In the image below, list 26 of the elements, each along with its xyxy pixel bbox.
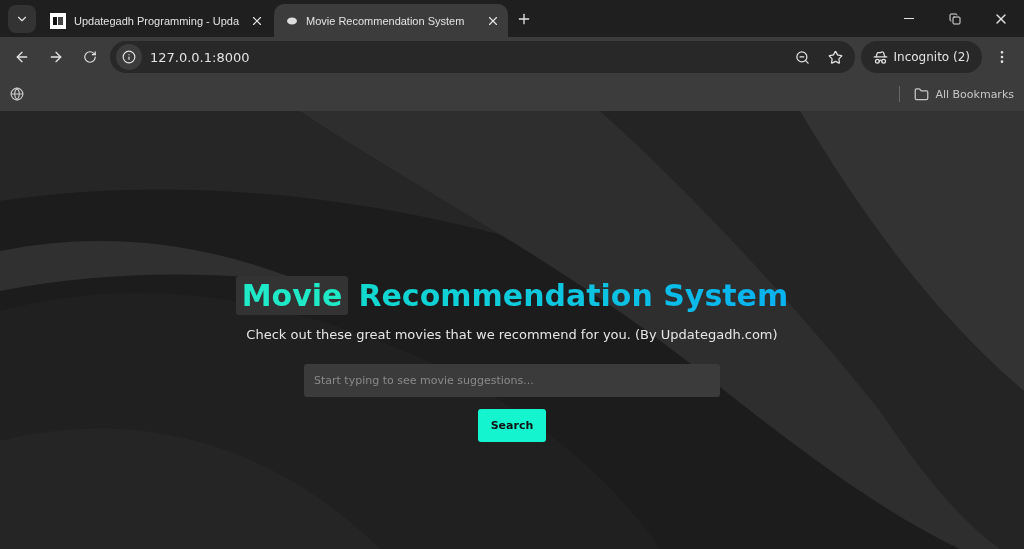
incognito-icon (872, 49, 888, 65)
minimize-icon (904, 18, 914, 19)
folder-icon (914, 86, 930, 102)
reload-icon (83, 50, 97, 64)
browser-tab[interactable]: Movie Recommendation System (274, 4, 508, 37)
globe-icon[interactable] (10, 87, 24, 101)
site-info-button[interactable] (116, 44, 142, 70)
incognito-chip[interactable]: Incognito (2) (860, 41, 982, 73)
site-logo-icon (50, 12, 66, 29)
search-button[interactable]: Search (478, 409, 546, 442)
info-icon (122, 50, 136, 64)
url-text: 127.0.0.1:8000 (150, 49, 251, 65)
arrow-right-icon (48, 49, 64, 65)
bookmarks-folder[interactable]: All Bookmarks (914, 86, 1014, 102)
zoom-icon[interactable] (794, 49, 810, 65)
restore-icon (949, 12, 961, 25)
subtitle: Check out these great movies that we recommend for you. (By Updategadh.com) (246, 327, 778, 342)
search-field[interactable]: Start typing to see movie suggestions... (304, 364, 720, 397)
incognito-label: Incognito (2) (893, 50, 970, 64)
browser-tab[interactable]: Updategadh Programming - Upda (38, 4, 272, 37)
tab-title: Updategadh Programming - Upda (74, 14, 241, 27)
bookmarks-label: All Bookmarks (935, 87, 1014, 101)
title-highlight: Movie (235, 276, 349, 315)
address-bar[interactable]: 127.0.0.1:8000 (110, 41, 855, 73)
tab-title: Movie Recommendation System (306, 14, 466, 27)
bookmark-star-icon[interactable] (827, 49, 843, 65)
